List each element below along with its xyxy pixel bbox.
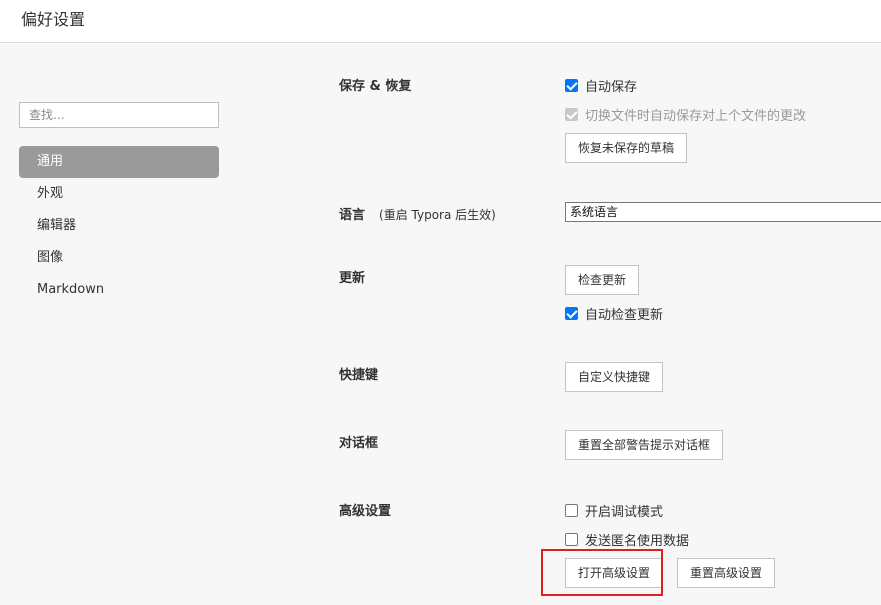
debug-mode-checkbox[interactable] <box>565 503 578 517</box>
auto-check-update-row[interactable]: 自动检查更新 <box>565 304 664 323</box>
send-usage-row[interactable]: 发送匿名使用数据 <box>565 530 690 549</box>
auto-save-label: 自动保存 <box>585 79 638 95</box>
sidebar-item-appearance[interactable]: 外观 <box>19 178 219 210</box>
open-advanced-button[interactable]: 打开高级设置 <box>565 558 664 588</box>
check-update-button[interactable]: 检查更新 <box>565 265 640 295</box>
language-label: 语言 <box>339 208 366 223</box>
window-title: 偏好设置 <box>21 10 86 29</box>
language-note: (重启 Typora 后生效) <box>379 208 496 222</box>
sidebar-item-general[interactable]: 通用 <box>19 146 219 178</box>
auto-check-update-label: 自动检查更新 <box>585 307 664 323</box>
section-label-shortcuts: 快捷键 <box>339 368 379 383</box>
auto-save-switch-checkbox <box>565 107 578 121</box>
auto-save-switch-row: 切换文件时自动保存对上个文件的更改 <box>565 105 807 124</box>
auto-check-update-checkbox[interactable] <box>565 306 578 320</box>
custom-shortcuts-button[interactable]: 自定义快捷键 <box>565 362 664 392</box>
sidebar-item-markdown[interactable]: Markdown <box>19 274 219 306</box>
auto-save-checkbox[interactable] <box>565 78 578 92</box>
auto-save-switch-label: 切换文件时自动保存对上个文件的更改 <box>585 108 807 124</box>
section-label-update: 更新 <box>339 271 366 286</box>
reset-advanced-button[interactable]: 重置高级设置 <box>677 558 776 588</box>
section-label-language: 语言 (重启 Typora 后生效) <box>339 204 496 223</box>
sidebar-item-editor[interactable]: 编辑器 <box>19 210 219 242</box>
restore-drafts-button[interactable]: 恢复未保存的草稿 <box>565 133 688 163</box>
search-input[interactable] <box>19 102 219 128</box>
auto-save-row[interactable]: 自动保存 <box>565 76 638 95</box>
sidebar-nav: 通用 外观 编辑器 图像 Markdown <box>19 146 219 306</box>
debug-mode-label: 开启调试模式 <box>585 504 664 520</box>
send-usage-checkbox[interactable] <box>565 532 578 546</box>
send-usage-label: 发送匿名使用数据 <box>585 533 690 549</box>
reset-dialogs-button[interactable]: 重置全部警告提示对话框 <box>565 430 724 460</box>
section-label-dialogs: 对话框 <box>339 436 379 451</box>
section-label-save-restore: 保存 & 恢复 <box>339 79 412 94</box>
debug-mode-row[interactable]: 开启调试模式 <box>565 501 664 520</box>
language-select[interactable]: 系统语言 <box>565 202 881 222</box>
title-bar: 偏好设置 <box>0 0 881 43</box>
sidebar-item-image[interactable]: 图像 <box>19 242 219 274</box>
section-label-advanced: 高级设置 <box>339 504 392 519</box>
